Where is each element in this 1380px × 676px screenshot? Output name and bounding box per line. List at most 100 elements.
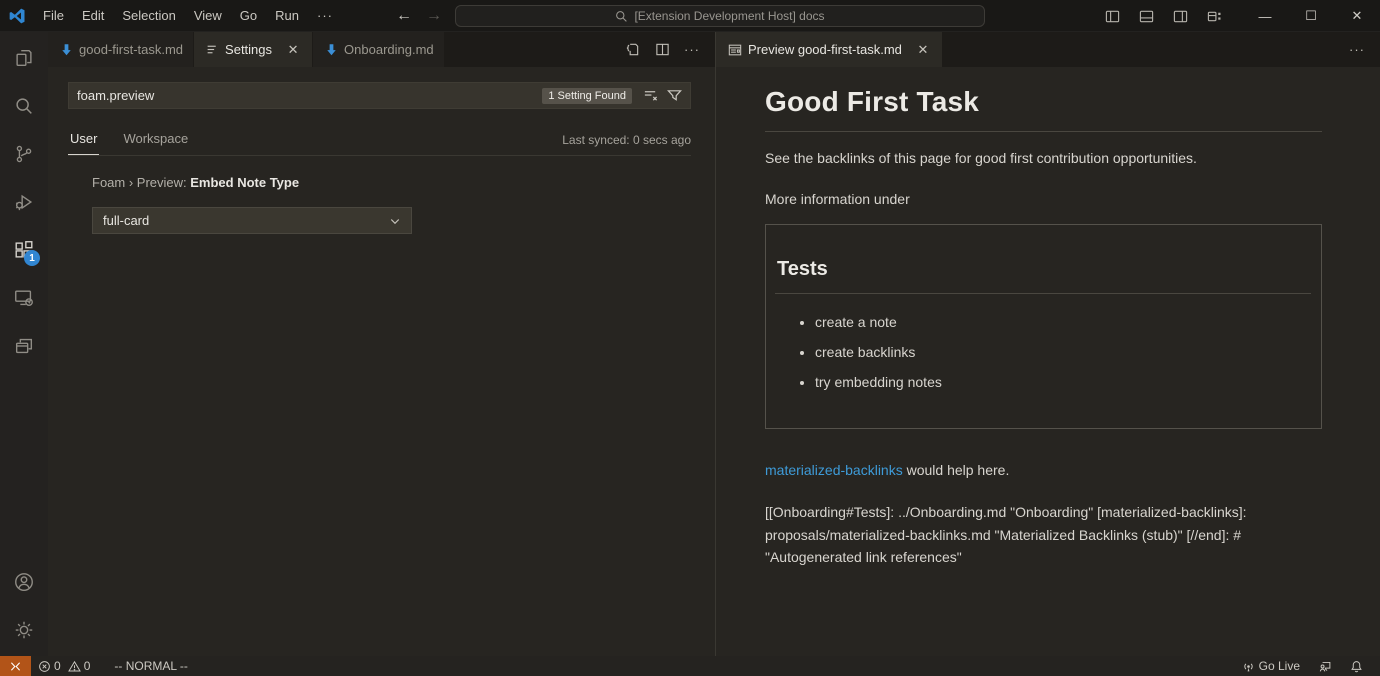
embed-note-type-dropdown[interactable]: full-card — [92, 207, 412, 234]
menu-more-button[interactable]: ··· — [308, 8, 342, 23]
extensions-badge: 1 — [24, 250, 40, 266]
setting-title: Foam › Preview: Embed Note Type — [92, 175, 412, 190]
command-center-search[interactable]: [Extension Development Host] docs — [455, 5, 985, 27]
menu-selection[interactable]: Selection — [113, 5, 184, 27]
source-control-icon[interactable] — [0, 130, 48, 178]
tab-label: Settings — [225, 42, 272, 57]
error-icon — [38, 660, 51, 673]
feedback-button[interactable] — [1311, 656, 1339, 676]
tests-list: create a note create backlinks try embed… — [775, 311, 1311, 393]
preview-paragraph: materialized-backlinks would help here. — [765, 462, 1322, 478]
forward-arrow-icon[interactable]: → — [426, 7, 442, 25]
toggle-secondary-sidebar-icon[interactable] — [1166, 4, 1194, 28]
open-settings-json-icon[interactable] — [619, 38, 645, 62]
tab-close-icon[interactable]: ✕ — [284, 41, 302, 59]
menu-go[interactable]: Go — [231, 5, 266, 27]
activity-bar: 1 — [0, 32, 48, 656]
error-count: 0 — [54, 659, 61, 673]
vim-mode-indicator[interactable]: -- NORMAL -- — [107, 656, 195, 676]
accounts-icon[interactable] — [0, 558, 48, 606]
go-live-label: Go Live — [1259, 659, 1300, 673]
toggle-primary-sidebar-icon[interactable] — [1098, 4, 1126, 28]
more-actions-icon[interactable]: ··· — [1344, 38, 1370, 62]
go-live-button[interactable]: Go Live — [1235, 656, 1307, 676]
clear-search-results-icon[interactable] — [638, 85, 662, 107]
list-item: create backlinks — [815, 341, 1311, 363]
customize-layout-icon[interactable] — [1200, 4, 1228, 28]
settings-search-box: 1 Setting Found — [68, 82, 691, 109]
tab-settings[interactable]: Settings ✕ — [194, 32, 313, 67]
minimize-button[interactable]: — — [1242, 0, 1288, 32]
list-item: try embedding notes — [815, 371, 1311, 393]
embedded-note-card: Tests create a note create backlinks try… — [765, 224, 1322, 429]
settings-search-input[interactable] — [69, 88, 542, 103]
list-item: create a note — [815, 311, 1311, 333]
warning-count: 0 — [84, 659, 91, 673]
tab-label: Preview good-first-task.md — [748, 42, 902, 57]
markdown-file-icon — [60, 43, 73, 56]
editor-actions-right: ··· — [1344, 32, 1380, 67]
setting-title-prefix: Foam › Preview: — [92, 175, 190, 190]
tabbar-left: good-first-task.md Settings ✕ Onboarding… — [48, 32, 715, 67]
settings-gear-icon[interactable] — [0, 606, 48, 654]
scope-tab-user[interactable]: User — [68, 131, 99, 155]
notifications-bell-button[interactable] — [1343, 656, 1370, 676]
back-arrow-icon[interactable]: ← — [396, 7, 412, 25]
menu-edit[interactable]: Edit — [73, 5, 113, 27]
maximize-button[interactable]: ☐ — [1288, 0, 1334, 32]
scope-tab-workspace[interactable]: Workspace — [121, 131, 190, 155]
menu-run[interactable]: Run — [266, 5, 308, 27]
tabbar-spacer — [445, 32, 619, 67]
editor-layouts-icon[interactable] — [0, 322, 48, 370]
markdown-preview: Good First Task See the backlinks of thi… — [716, 67, 1380, 656]
materialized-backlinks-link[interactable]: materialized-backlinks — [765, 462, 903, 478]
settings-result-count-badge: 1 Setting Found — [542, 88, 632, 104]
preview-paragraph: More information under — [765, 191, 1322, 207]
remote-explorer-icon[interactable] — [0, 274, 48, 322]
problems-indicator[interactable]: 0 0 — [31, 656, 101, 676]
setting-title-name: Embed Note Type — [190, 175, 299, 190]
explorer-icon[interactable] — [0, 34, 48, 82]
bell-icon — [1350, 660, 1363, 673]
menu-file[interactable]: File — [34, 5, 73, 27]
preview-heading: Good First Task — [765, 86, 1322, 132]
close-button[interactable]: ✕ — [1334, 0, 1380, 32]
dropdown-value: full-card — [103, 213, 149, 228]
warning-icon — [68, 660, 81, 673]
tab-close-icon[interactable]: ✕ — [914, 41, 932, 59]
toggle-panel-icon[interactable] — [1132, 4, 1160, 28]
tab-label: good-first-task.md — [79, 42, 183, 57]
tab-onboarding[interactable]: Onboarding.md — [313, 32, 445, 67]
search-view-icon[interactable] — [0, 82, 48, 130]
command-center-label: [Extension Development Host] docs — [634, 9, 824, 23]
layout-controls — [1098, 4, 1228, 28]
filter-funnel-icon[interactable] — [662, 85, 686, 107]
settings-scope-tabs: User Workspace Last synced: 0 secs ago — [68, 124, 691, 156]
broadcast-icon — [1242, 660, 1255, 673]
link-suffix-text: would help here. — [903, 462, 1010, 478]
settings-editor: 1 Setting Found User Workspace Last sync… — [48, 67, 715, 656]
setting-embed-note-type: Foam › Preview: Embed Note Type full-car… — [92, 175, 412, 234]
window-controls: — ☐ ✕ — [1242, 0, 1380, 32]
more-actions-icon[interactable]: ··· — [679, 38, 705, 62]
menu-bar: File Edit Selection View Go Run ··· — [34, 5, 342, 27]
remote-indicator-button[interactable] — [0, 656, 31, 676]
extensions-icon[interactable]: 1 — [0, 226, 48, 274]
editor-group-right: Preview good-first-task.md ✕ ··· Good Fi… — [716, 32, 1380, 656]
tabbar-right: Preview good-first-task.md ✕ ··· — [716, 32, 1380, 67]
status-bar: 0 0 -- NORMAL -- Go Live — [0, 656, 1380, 676]
tab-good-first-task[interactable]: good-first-task.md — [48, 32, 194, 67]
chevron-down-icon — [389, 215, 401, 227]
embedded-note-heading: Tests — [775, 258, 1311, 294]
markdown-file-icon — [325, 43, 338, 56]
vscode-logo-icon — [0, 7, 34, 25]
tab-preview[interactable]: Preview good-first-task.md ✕ — [716, 32, 943, 67]
link-references-paragraph: [[Onboarding#Tests]: ../Onboarding.md "O… — [765, 501, 1322, 569]
split-editor-icon[interactable] — [649, 38, 675, 62]
search-icon — [615, 10, 628, 23]
editor-group-left: good-first-task.md Settings ✕ Onboarding… — [48, 32, 716, 656]
preview-paragraph: See the backlinks of this page for good … — [765, 150, 1322, 166]
run-debug-icon[interactable] — [0, 178, 48, 226]
menu-view[interactable]: View — [185, 5, 231, 27]
history-nav: ← → — [396, 0, 442, 32]
